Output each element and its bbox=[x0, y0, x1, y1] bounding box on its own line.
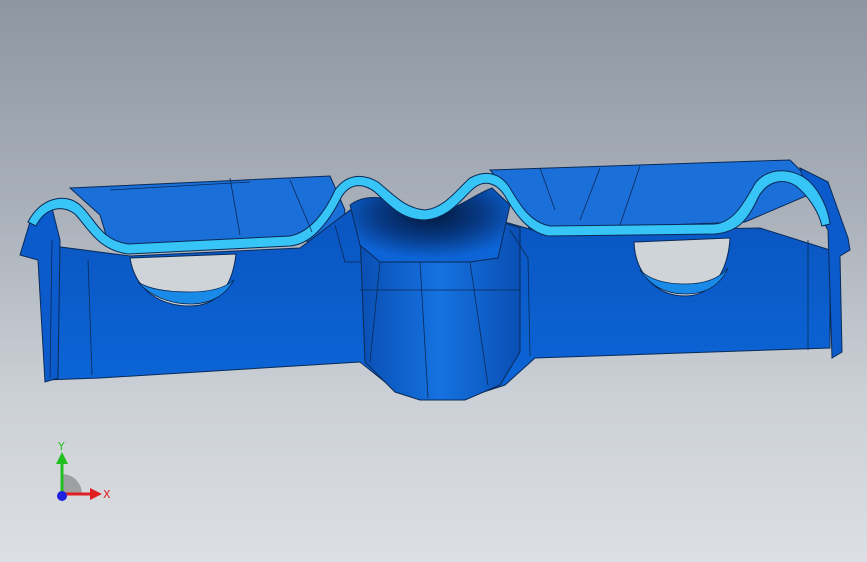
y-axis-label: Y bbox=[57, 440, 65, 453]
z-axis-dot-icon bbox=[57, 491, 67, 501]
right-tray-back-wall bbox=[488, 159, 821, 231]
triad-plane-indicator bbox=[62, 474, 82, 494]
part-model[interactable] bbox=[0, 0, 867, 562]
orientation-triad: Y X bbox=[56, 440, 111, 501]
x-axis-label: X bbox=[103, 488, 111, 501]
left-side-flange bbox=[19, 207, 61, 383]
graphics-viewport[interactable]: Y X bbox=[0, 0, 867, 562]
y-axis-arrow-icon bbox=[56, 452, 68, 464]
central-pit bbox=[349, 187, 511, 263]
x-axis-arrow-icon bbox=[90, 488, 102, 500]
